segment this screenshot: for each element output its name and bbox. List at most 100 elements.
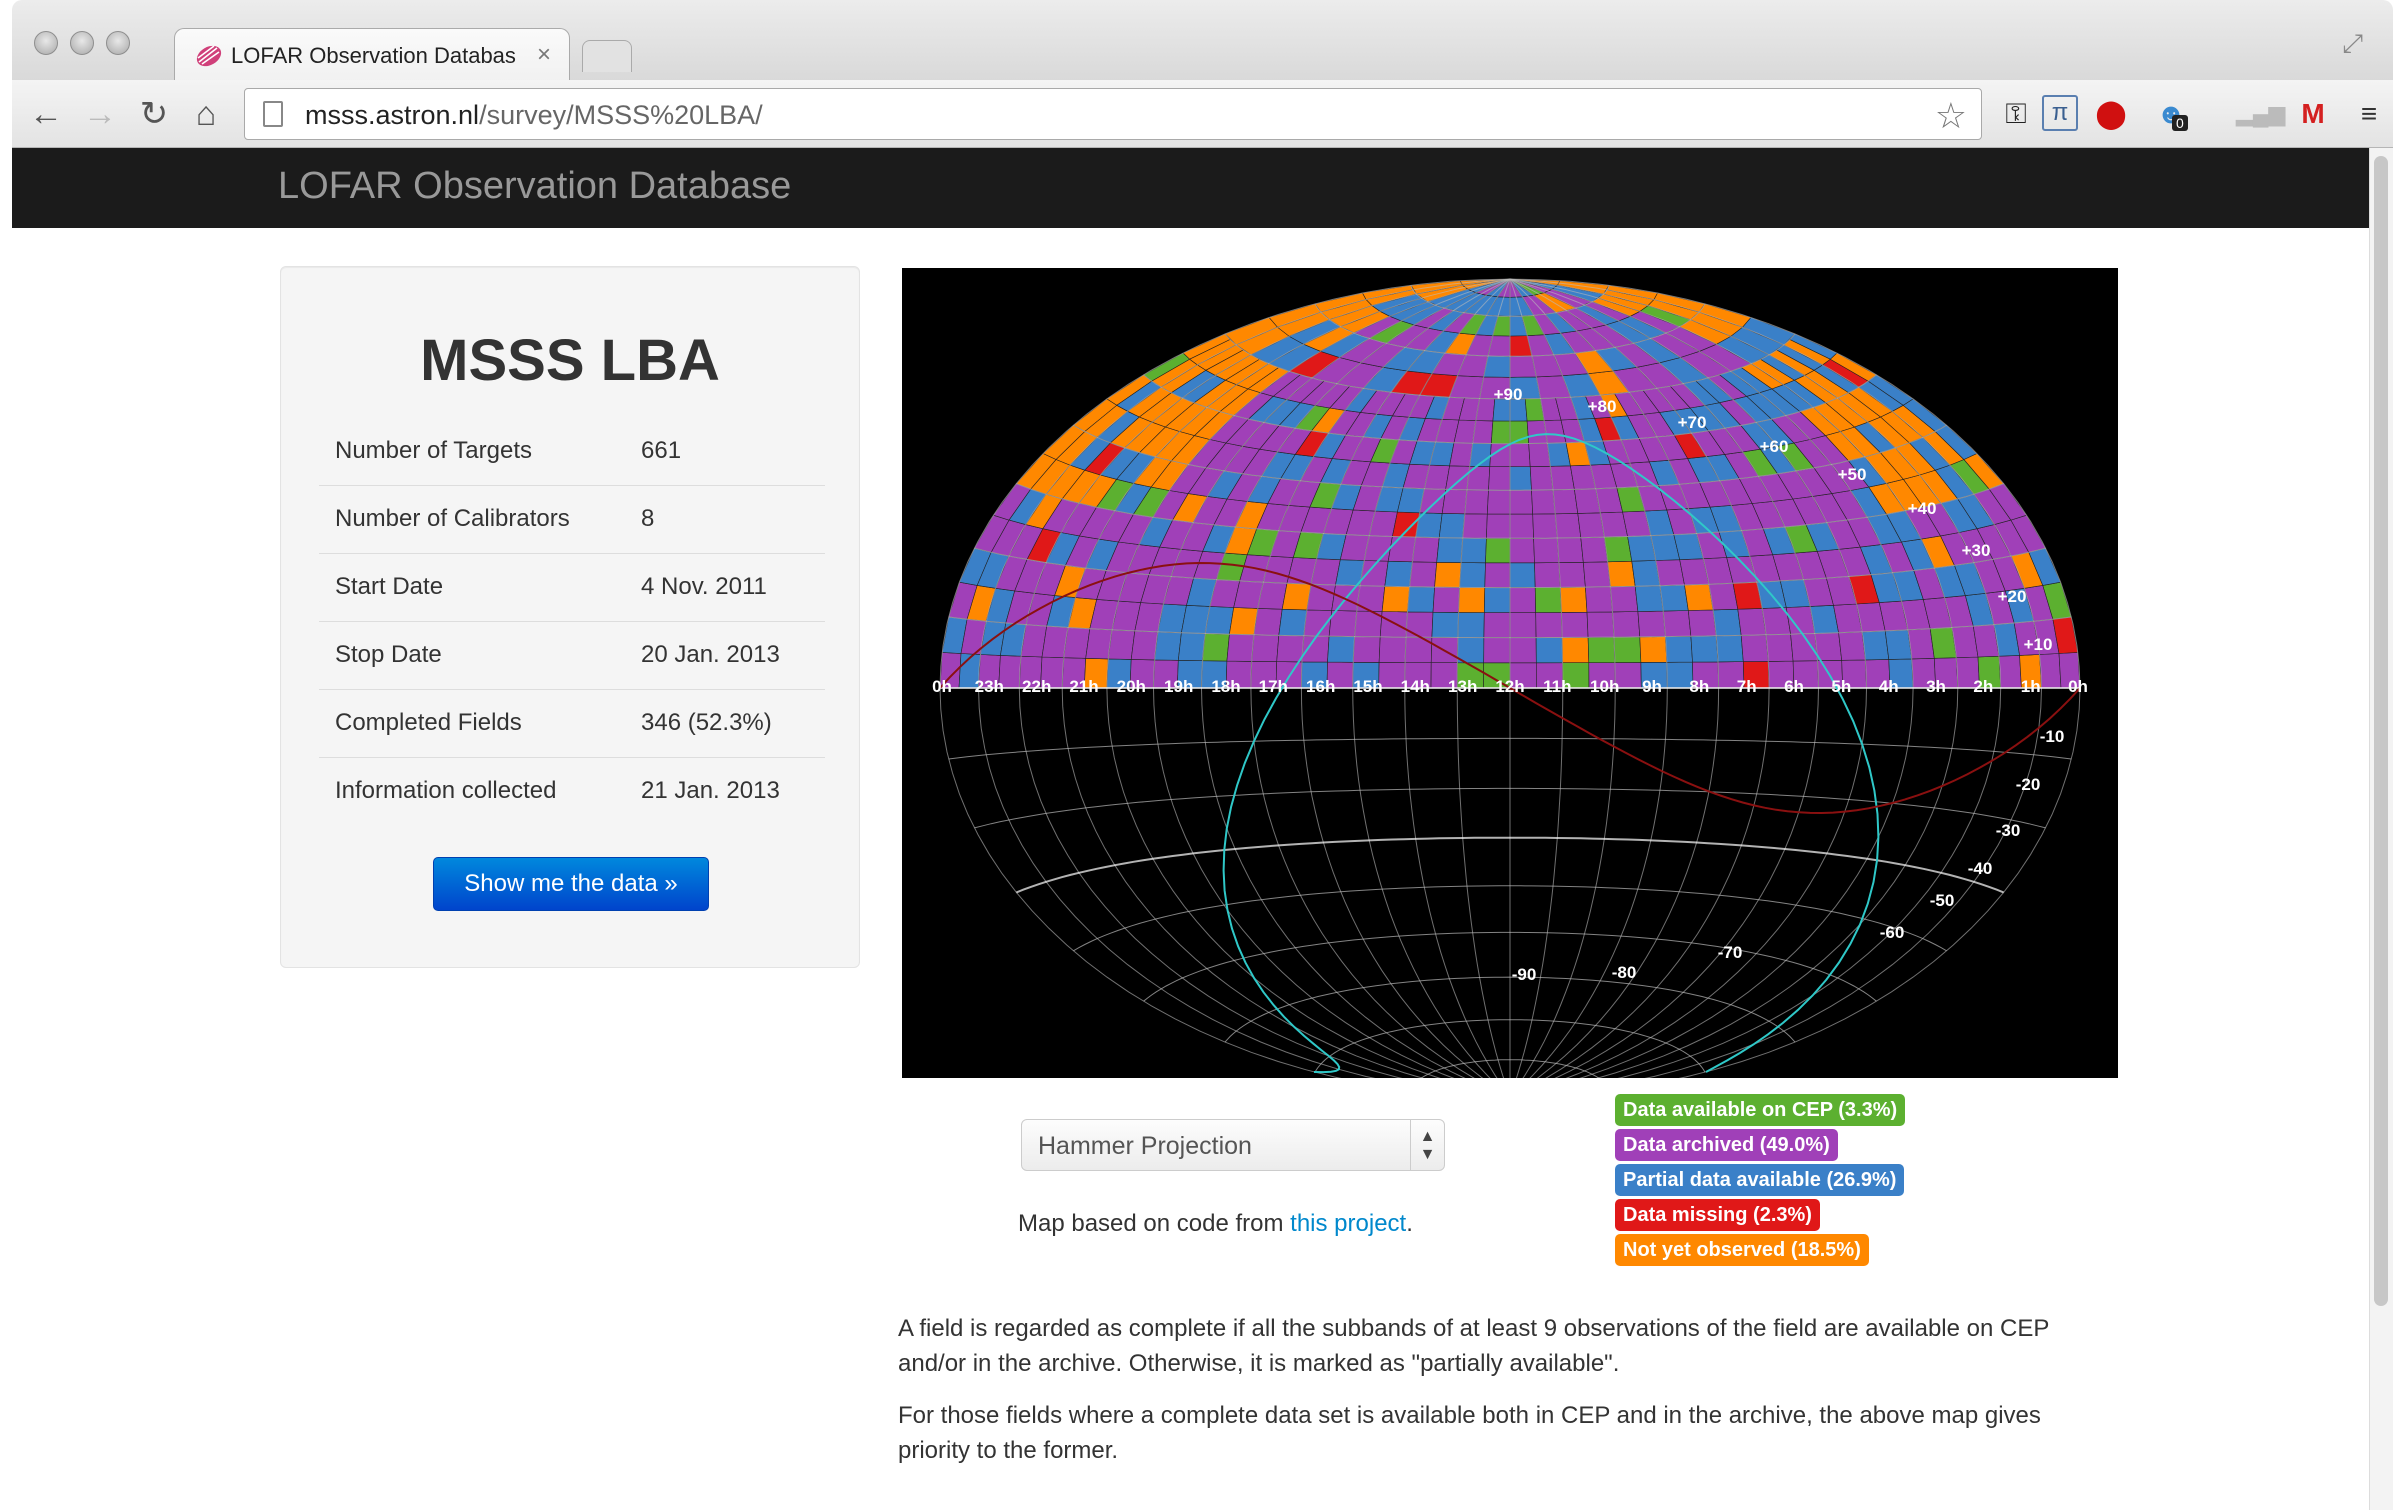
ra-tick-label: 8h (1689, 677, 1709, 696)
map-field-cell (1580, 536, 1608, 563)
ra-tick-label: 16h (1306, 677, 1335, 696)
credit-text: Map based on code from (1018, 1210, 1291, 1237)
row-value: 4 Nov. 2011 (625, 553, 825, 622)
map-field-cell (1405, 611, 1434, 638)
legend-badge-partial: Partial data available (26.9%) (1615, 1164, 1905, 1196)
dec-tick-label: -40 (1968, 859, 1993, 878)
row-label: Start Date (319, 553, 625, 622)
map-field-cell (1464, 489, 1489, 515)
tab-title: LOFAR Observation Databas (231, 43, 516, 68)
credit-suffix: . (1406, 1210, 1413, 1237)
map-field-cell (1684, 583, 1714, 611)
row-label: Stop Date (319, 621, 625, 690)
lofar-favicon-icon (196, 45, 222, 67)
page-scrollbar[interactable] (2369, 148, 2393, 1510)
bookmark-star-icon[interactable]: ☆ (1935, 95, 1967, 137)
dec-tick-label: -50 (1930, 891, 1955, 910)
address-bar[interactable]: msss.astron.nl/survey/MSSS%20LBA/ ☆ (244, 88, 1982, 140)
map-field-cell (1327, 635, 1355, 663)
extension-signal-icon[interactable]: ▂▄▆ (2236, 95, 2285, 133)
map-field-cell (2039, 653, 2062, 689)
row-label: Completed Fields (319, 689, 625, 758)
map-field-cell (1554, 513, 1582, 539)
map-field-cell (1378, 636, 1407, 663)
map-field-cell (1531, 489, 1556, 515)
dec-tick-label: -30 (1996, 821, 2021, 840)
sky-map-svg[interactable]: 0h 23h 22h 21h 20h 19h 18h 17h 16h 15h 14h 13h 12h 11… (902, 268, 2118, 1098)
map-field-cell (1226, 633, 1255, 662)
ra-tick-label: 20h (1117, 677, 1146, 696)
dec-tick-label: +70 (1678, 413, 1707, 432)
extension-stop-icon[interactable]: ⬤ (2092, 95, 2130, 133)
map-field-cell (1509, 637, 1537, 664)
ra-tick-label: 13h (1448, 677, 1477, 696)
url-text[interactable]: msss.astron.nl/survey/MSSS%20LBA/ (305, 100, 763, 131)
gmail-icon[interactable]: M (2294, 95, 2332, 133)
site-brand[interactable]: LOFAR Observation Database (278, 165, 791, 208)
legend-badge-archived: Data archived (49.0%) (1615, 1129, 1838, 1161)
ra-tick-label: 22h (1022, 677, 1051, 696)
ra-tick-label: 6h (1784, 677, 1804, 696)
map-field-cell (1740, 634, 1769, 662)
map-field-cell (1610, 585, 1639, 613)
extension-ghost-icon[interactable]: ☻ 0 (2152, 95, 2190, 133)
map-field-cell (1387, 536, 1417, 563)
map-field-cell (1509, 489, 1534, 515)
extension-pi-icon[interactable]: π (2042, 95, 2078, 131)
scrollbar-thumb[interactable] (2374, 156, 2388, 1306)
row-label: Number of Targets (319, 417, 625, 486)
map-field-cell (1445, 465, 1471, 491)
map-field-cell (1432, 586, 1461, 613)
map-field-cell (1486, 489, 1511, 515)
zoom-window-button[interactable] (106, 31, 130, 55)
back-icon[interactable]: ← (24, 92, 68, 136)
map-field-cell (1085, 628, 1113, 660)
map-field-cell (1528, 442, 1551, 467)
map-field-cell (1534, 587, 1562, 613)
table-row: Information collected 21 Jan. 2013 (319, 757, 825, 825)
tab-close-icon[interactable]: × (537, 41, 551, 69)
reload-icon[interactable]: ↻ (132, 92, 176, 136)
dec-tick-label: -10 (2040, 727, 2065, 746)
map-field-cell (1561, 637, 1590, 664)
map-field-cell (1107, 629, 1136, 660)
sky-map[interactable]: 0h 23h 22h 21h 20h 19h 18h 17h 16h 15h 14h 13h 12h 11… (902, 268, 2118, 1098)
map-field-cell (1561, 611, 1589, 638)
map-field-cell (1532, 513, 1558, 539)
map-field-cell (1412, 536, 1440, 563)
survey-info-table: Number of Targets 661 Number of Calibrato… (319, 417, 825, 825)
close-window-button[interactable] (34, 31, 58, 55)
row-value: 8 (625, 485, 825, 554)
map-field-cell (1381, 585, 1410, 613)
show-data-button[interactable]: Show me the data » (433, 857, 709, 911)
map-field-cell (1838, 631, 1866, 661)
map-field-cell (1509, 513, 1534, 539)
note-paragraph-2: For those fields where a complete data s… (898, 1402, 2041, 1464)
map-field-cell (1379, 611, 1408, 638)
map-field-cell (1301, 635, 1330, 663)
table-row: Completed Fields 346 (52.3%) (319, 689, 825, 758)
fullscreen-icon[interactable]: ⤢ (2342, 28, 2363, 60)
ra-tick-label: 1h (2021, 677, 2041, 696)
map-credit: Map based on code from this project. (1018, 1210, 1413, 1238)
map-field-cell (1665, 635, 1693, 663)
new-tab-button[interactable] (582, 40, 632, 72)
this-project-link[interactable]: this project (1290, 1210, 1406, 1237)
map-field-cell (1631, 560, 1661, 587)
ra-tick-label: 19h (1164, 677, 1193, 696)
dec-tick-label: +60 (1760, 437, 1789, 456)
site-navbar: LOFAR Observation Database (12, 148, 2369, 228)
home-icon[interactable]: ⌂ (184, 92, 228, 136)
forward-icon[interactable]: → (78, 92, 122, 136)
menu-icon[interactable]: ≡ (2350, 95, 2388, 133)
projection-select[interactable]: Hammer Projection ▲ ▼ (1021, 1119, 1445, 1171)
minimize-window-button[interactable] (70, 31, 94, 55)
map-field-cell (1278, 608, 1308, 637)
ra-tick-label: 11h (1543, 677, 1571, 696)
map-field-cell (1483, 612, 1511, 638)
extension-key-icon[interactable]: ⚿ (1997, 95, 2035, 133)
map-field-cell (1177, 632, 1206, 662)
ra-tick-label: 2h (1973, 677, 1993, 696)
ra-tick-label: 9h (1642, 677, 1662, 696)
browser-tab[interactable]: LOFAR Observation Databas × (174, 28, 570, 82)
